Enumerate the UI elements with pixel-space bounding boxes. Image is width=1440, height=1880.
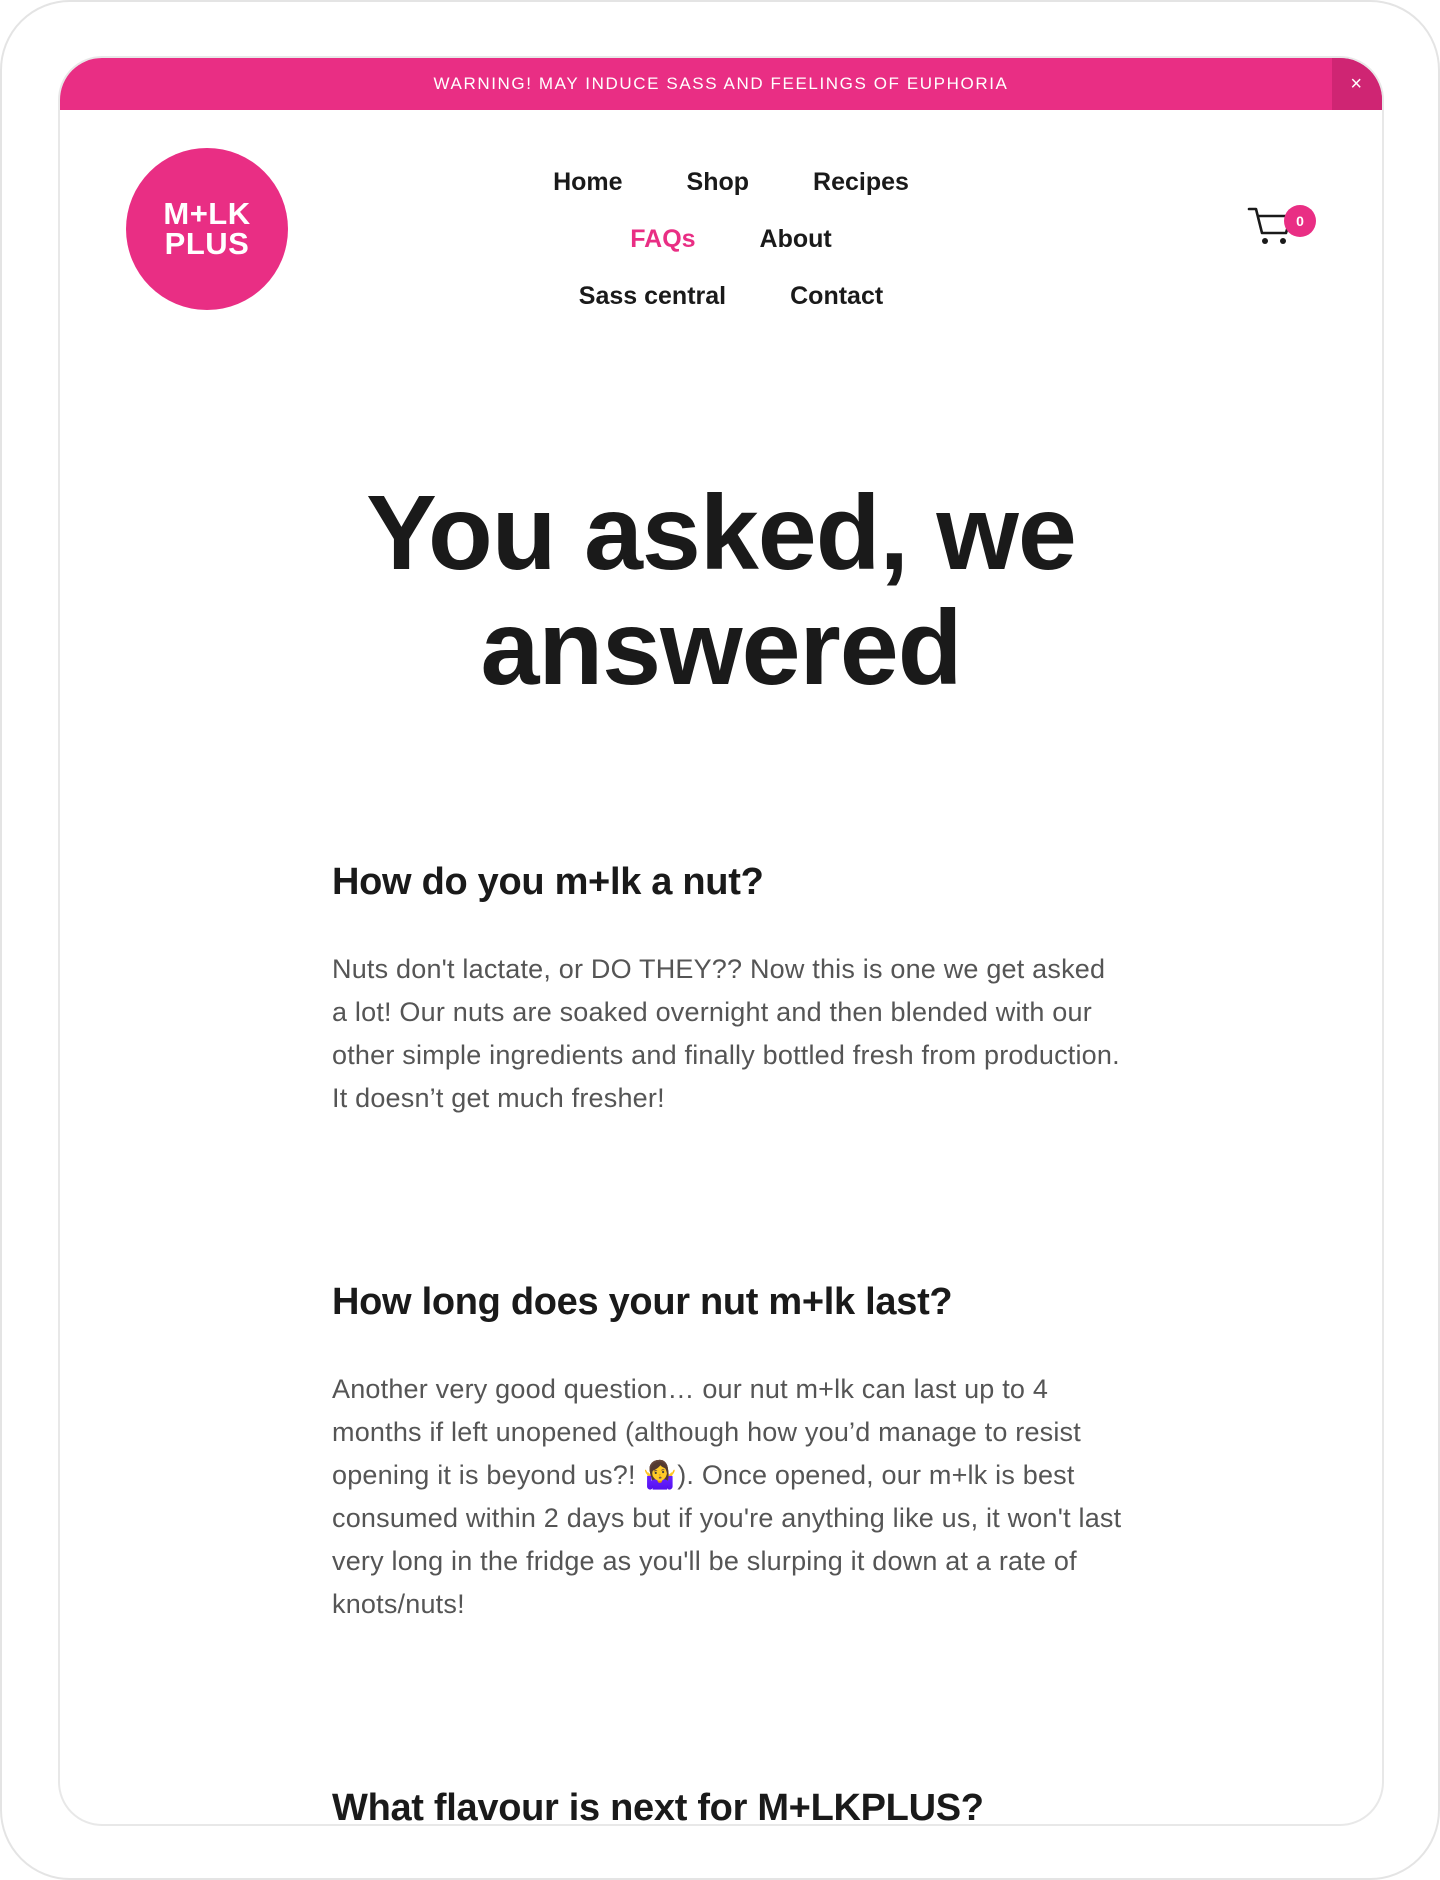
close-icon: × — [1350, 72, 1364, 95]
main-navigation: Home Shop Recipes FAQs About Sass centra… — [60, 154, 1382, 325]
cart-count-badge: 0 — [1284, 205, 1316, 237]
faq-item: How long does your nut m+lk last? Anothe… — [332, 1278, 1122, 1626]
faq-question: How long does your nut m+lk last? — [332, 1281, 953, 1323]
nav-row-1: Home Shop Recipes — [60, 154, 1382, 211]
nav-link-contact[interactable]: Contact — [790, 282, 883, 311]
page-title-line-2: answered — [480, 589, 962, 707]
device-frame: WARNING! MAY INDUCE SASS AND FEELINGS OF… — [0, 0, 1440, 1880]
browser-viewport: WARNING! MAY INDUCE SASS AND FEELINGS OF… — [58, 56, 1384, 1826]
announcement-bar: WARNING! MAY INDUCE SASS AND FEELINGS OF… — [60, 58, 1382, 110]
page-title: You asked, we answered — [60, 476, 1382, 706]
faq-item: How do you m+lk a nut? Nuts don't lactat… — [332, 858, 1122, 1120]
nav-row-3: Sass central Contact — [60, 268, 1382, 325]
faq-question: What flavour is next for M+LKPLUS? — [332, 1787, 984, 1826]
announcement-text: WARNING! MAY INDUCE SASS AND FEELINGS OF… — [433, 74, 1009, 93]
nav-link-shop[interactable]: Shop — [687, 168, 750, 197]
nav-link-sass-central[interactable]: Sass central — [579, 282, 726, 311]
nav-link-faqs[interactable]: FAQs — [630, 225, 695, 254]
nav-row-2: FAQs About — [60, 211, 1382, 268]
faq-item: What flavour is next for M+LKPLUS? — [332, 1784, 1122, 1826]
announcement-close-button[interactable]: × — [1332, 58, 1382, 110]
faq-answer: Another very good question… our nut m+lk… — [332, 1374, 1122, 1619]
nav-link-about[interactable]: About — [760, 225, 832, 254]
nav-link-home[interactable]: Home — [553, 168, 622, 197]
page-title-line-1: You asked, we — [366, 474, 1077, 592]
faq-answer: Nuts don't lactate, or DO THEY?? Now thi… — [332, 954, 1120, 1113]
faq-question: How do you m+lk a nut? — [332, 861, 764, 903]
nav-link-recipes[interactable]: Recipes — [813, 168, 909, 197]
